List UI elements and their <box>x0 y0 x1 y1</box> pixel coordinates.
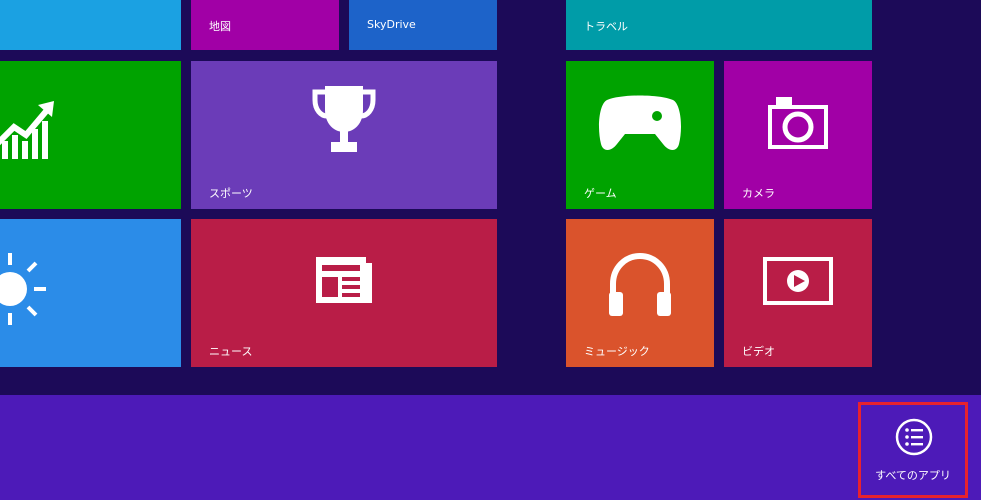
tile-video[interactable]: ビデオ <box>724 219 872 367</box>
tile-map[interactable]: 地図 <box>191 0 339 50</box>
tile-music[interactable]: ミュージック <box>566 219 714 367</box>
tile-camera-label: カメラ <box>742 187 775 200</box>
headphones-icon <box>609 252 671 316</box>
video-play-icon <box>763 257 833 305</box>
tile-news-label: ニュース <box>209 345 253 358</box>
tile-skydrive[interactable]: SkyDrive <box>349 0 497 50</box>
game-controller-icon <box>599 95 681 150</box>
app-bar <box>0 395 981 500</box>
tile-travel[interactable]: トラベル <box>566 0 872 50</box>
tile-weather[interactable] <box>0 219 181 367</box>
tile-music-label: ミュージック <box>584 345 650 358</box>
camera-icon <box>768 97 828 149</box>
tile-video-label: ビデオ <box>742 345 775 358</box>
tile-sports[interactable]: スポーツ <box>191 61 497 209</box>
tile-skydrive-label: SkyDrive <box>367 18 416 31</box>
tile-partial-top[interactable] <box>0 0 181 50</box>
all-apps-button[interactable]: すべてのアプリ <box>858 402 968 498</box>
tile-sports-label: スポーツ <box>209 187 253 200</box>
chart-up-icon <box>0 101 54 159</box>
trophy-icon <box>312 86 376 152</box>
newspaper-icon <box>316 257 372 303</box>
tile-games-label: ゲーム <box>584 187 617 200</box>
tile-finance[interactable] <box>0 61 181 209</box>
sun-icon <box>0 253 46 325</box>
tile-camera[interactable]: カメラ <box>724 61 872 209</box>
tile-map-label: 地図 <box>209 20 231 33</box>
tile-travel-label: トラベル <box>584 20 628 33</box>
list-circle-icon <box>895 418 933 456</box>
tile-news[interactable]: ニュース <box>191 219 497 367</box>
all-apps-label: すべてのアプリ <box>875 469 951 482</box>
start-screen: 地図 SkyDrive トラベル スポーツ ゲーム カメラ ニュース ミュージッ… <box>0 0 981 395</box>
tile-games[interactable]: ゲーム <box>566 61 714 209</box>
